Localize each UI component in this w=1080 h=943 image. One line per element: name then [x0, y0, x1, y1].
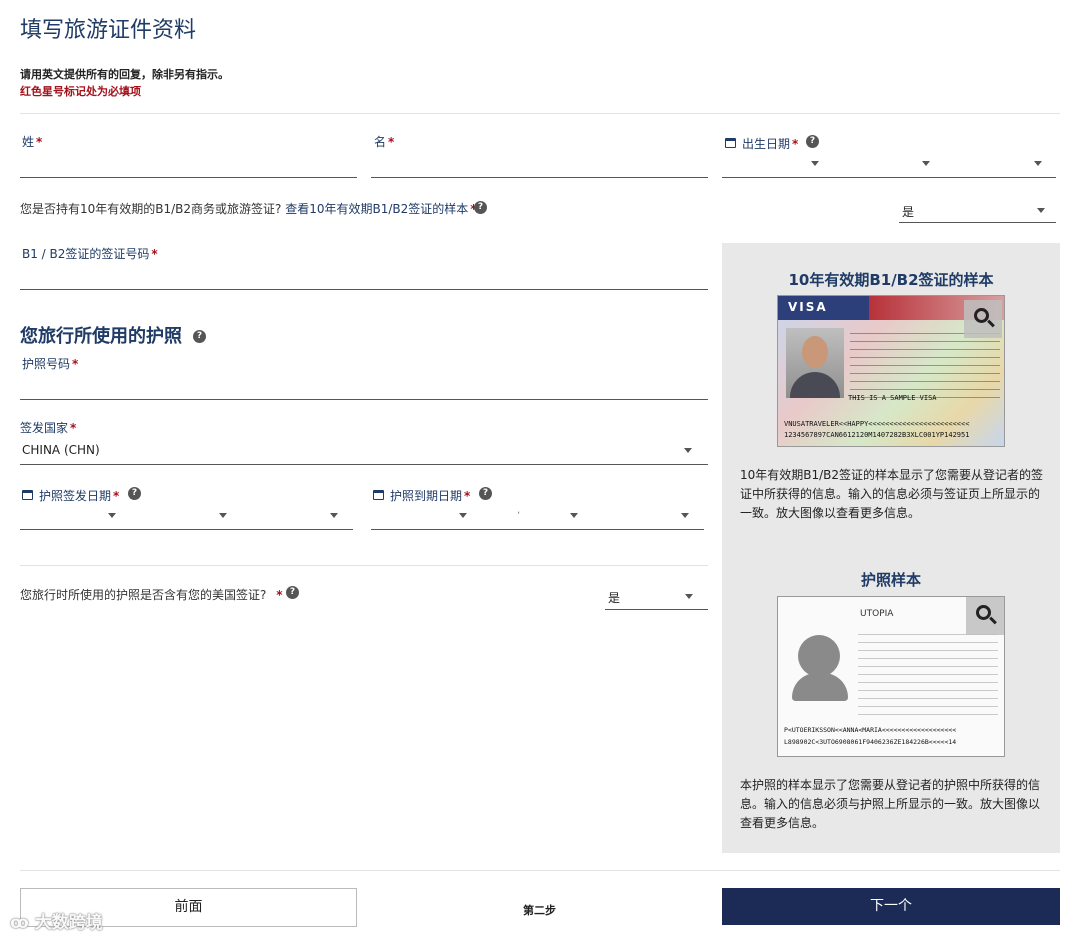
- calendar-icon: [22, 490, 33, 500]
- chevron-down-icon: [685, 594, 693, 599]
- expiry-date-label: 护照到期日期 *: [390, 489, 471, 503]
- visa-question: 您是否持有10年有效期的B1/B2商务或旅游签证? 查看10年有效期B1/B2签…: [20, 202, 477, 216]
- expiry-month-select[interactable]: [482, 505, 593, 530]
- divider: [20, 113, 1060, 114]
- next-button[interactable]: 下一个: [722, 888, 1060, 925]
- passport-mrz-line2: L898902C<3UTO6908061F9406236ZE184226B<<<…: [784, 738, 957, 746]
- issuing-country-select[interactable]: CHINA (CHN): [20, 438, 708, 465]
- birth-date-underline: [722, 177, 1056, 178]
- chevron-down-icon: [1034, 161, 1042, 166]
- chevron-down-icon: [108, 513, 116, 518]
- expiry-year-select[interactable]: [593, 505, 704, 530]
- divider: [20, 565, 708, 566]
- passport-number-label: 护照号码 *: [22, 357, 79, 371]
- chevron-down-icon: [811, 161, 819, 166]
- visa-photo-face: [802, 336, 828, 368]
- passport-sample-image[interactable]: UTOPIA P<UTOERIKSSON<<ANNA<MARIA<<<<<<<<…: [777, 596, 1005, 757]
- passport-photo-head: [798, 635, 840, 677]
- visa-mrz-line2: 1234567897CAN6612120M1407282B3XLC001YP14…: [784, 431, 970, 439]
- visa-number-label: B1 / B2签证的签证号码 *: [22, 247, 158, 261]
- issue-month-select[interactable]: [131, 505, 242, 530]
- contains-visa-value: 是: [608, 591, 621, 605]
- required-note: 红色星号标记处为必填项: [20, 85, 141, 98]
- sample-panel: 10年有效期B1/B2签证的样本 VISA THIS IS A SAMPLE V…: [722, 243, 1060, 853]
- issue-date-underline: [20, 529, 353, 530]
- watermark: ꝏ 大数跨境: [10, 913, 103, 933]
- magnifier-icon[interactable]: [966, 597, 1004, 635]
- help-icon[interactable]: ?: [286, 586, 299, 599]
- chevron-down-icon: [330, 513, 338, 518]
- visa-sample-text: THIS IS A SAMPLE VISA: [848, 394, 937, 402]
- divider: [20, 870, 1060, 871]
- chevron-down-icon: [459, 513, 467, 518]
- visa-sample-image[interactable]: VISA THIS IS A SAMPLE VISA VNUSATRAVELER…: [777, 295, 1005, 447]
- visa-sample-link[interactable]: 查看10年有效期B1/B2签证的样本: [285, 202, 468, 216]
- passport-country: UTOPIA: [860, 609, 894, 619]
- visa-question-value: 是: [902, 205, 915, 219]
- expiry-date-underline: [371, 529, 704, 530]
- visa-photo-shoulders: [790, 372, 840, 398]
- visa-question-select[interactable]: 是: [899, 198, 1056, 223]
- step-indicator: 第二步: [523, 904, 556, 917]
- visa-sample-title: 10年有效期B1/B2签证的样本: [788, 271, 994, 289]
- birth-day-select[interactable]: [722, 152, 832, 178]
- given-name-input[interactable]: [371, 150, 708, 178]
- visa-header-word: VISA: [788, 300, 828, 314]
- given-name-label: 名 *: [374, 135, 395, 149]
- passport-mrz-line1: P<UTOERIKSSON<<ANNA<MARIA<<<<<<<<<<<<<<<…: [784, 726, 957, 734]
- visa-sample-description: 10年有效期B1/B2签证的样本显示了您需要从登记者的签证中所获得的信息。输入的…: [740, 468, 1044, 520]
- page-title: 填写旅游证件资料: [20, 18, 197, 43]
- chevron-down-icon: [681, 513, 689, 518]
- passport-number-input[interactable]: [20, 372, 708, 400]
- contains-visa-question: 您旅行时所使用的护照是否含有您的美国签证? *: [20, 588, 283, 602]
- calendar-icon: [725, 138, 736, 148]
- passport-sample-description: 本护照的样本显示了您需要从登记者的护照中所获得的信息。输入的信息必须与护照上所显…: [740, 778, 1041, 830]
- issuing-country-value: CHINA (CHN): [22, 443, 100, 457]
- help-icon[interactable]: ?: [806, 135, 819, 148]
- visa-photo: [786, 328, 844, 398]
- contains-visa-select[interactable]: 是: [605, 584, 708, 610]
- calendar-icon: [373, 490, 384, 500]
- help-icon[interactable]: ?: [479, 487, 492, 500]
- visa-mrz-line1: VNUSATRAVELER<<HAPPY<<<<<<<<<<<<<<<<<<<<…: [784, 420, 970, 428]
- chevron-down-icon: [1037, 208, 1045, 213]
- magnifier-icon[interactable]: [964, 300, 1002, 338]
- birth-date-label: 出生日期 *: [742, 137, 799, 151]
- instruction-text: 请用英文提供所有的回复，除非另有指示。: [20, 68, 229, 81]
- birth-month-select[interactable]: [832, 152, 944, 178]
- birth-year-select[interactable]: [944, 152, 1056, 178]
- watermark-logo-icon: ꝏ: [10, 913, 35, 933]
- issuing-country-label: 签发国家 *: [20, 421, 77, 435]
- passport-section-title: 您旅行所使用的护照: [20, 326, 182, 347]
- help-icon[interactable]: ?: [128, 487, 141, 500]
- chevron-down-icon: [219, 513, 227, 518]
- visa-number-input[interactable]: [20, 262, 708, 290]
- surname-label: 姓 *: [22, 135, 43, 149]
- passport-data-lines: [858, 627, 998, 717]
- help-icon[interactable]: ?: [193, 330, 206, 343]
- expiry-day-select[interactable]: [371, 505, 482, 530]
- chevron-down-icon: [922, 161, 930, 166]
- passport-photo-body: [792, 673, 848, 701]
- passport-sample-title: 护照样本: [860, 571, 921, 589]
- issue-date-label: 护照签发日期 *: [39, 489, 120, 503]
- chevron-down-icon: [570, 513, 578, 518]
- issue-day-select[interactable]: [20, 505, 131, 530]
- help-icon[interactable]: ?: [474, 201, 487, 214]
- surname-input[interactable]: [20, 150, 357, 178]
- chevron-down-icon: [684, 448, 692, 453]
- issue-year-select[interactable]: [242, 505, 353, 530]
